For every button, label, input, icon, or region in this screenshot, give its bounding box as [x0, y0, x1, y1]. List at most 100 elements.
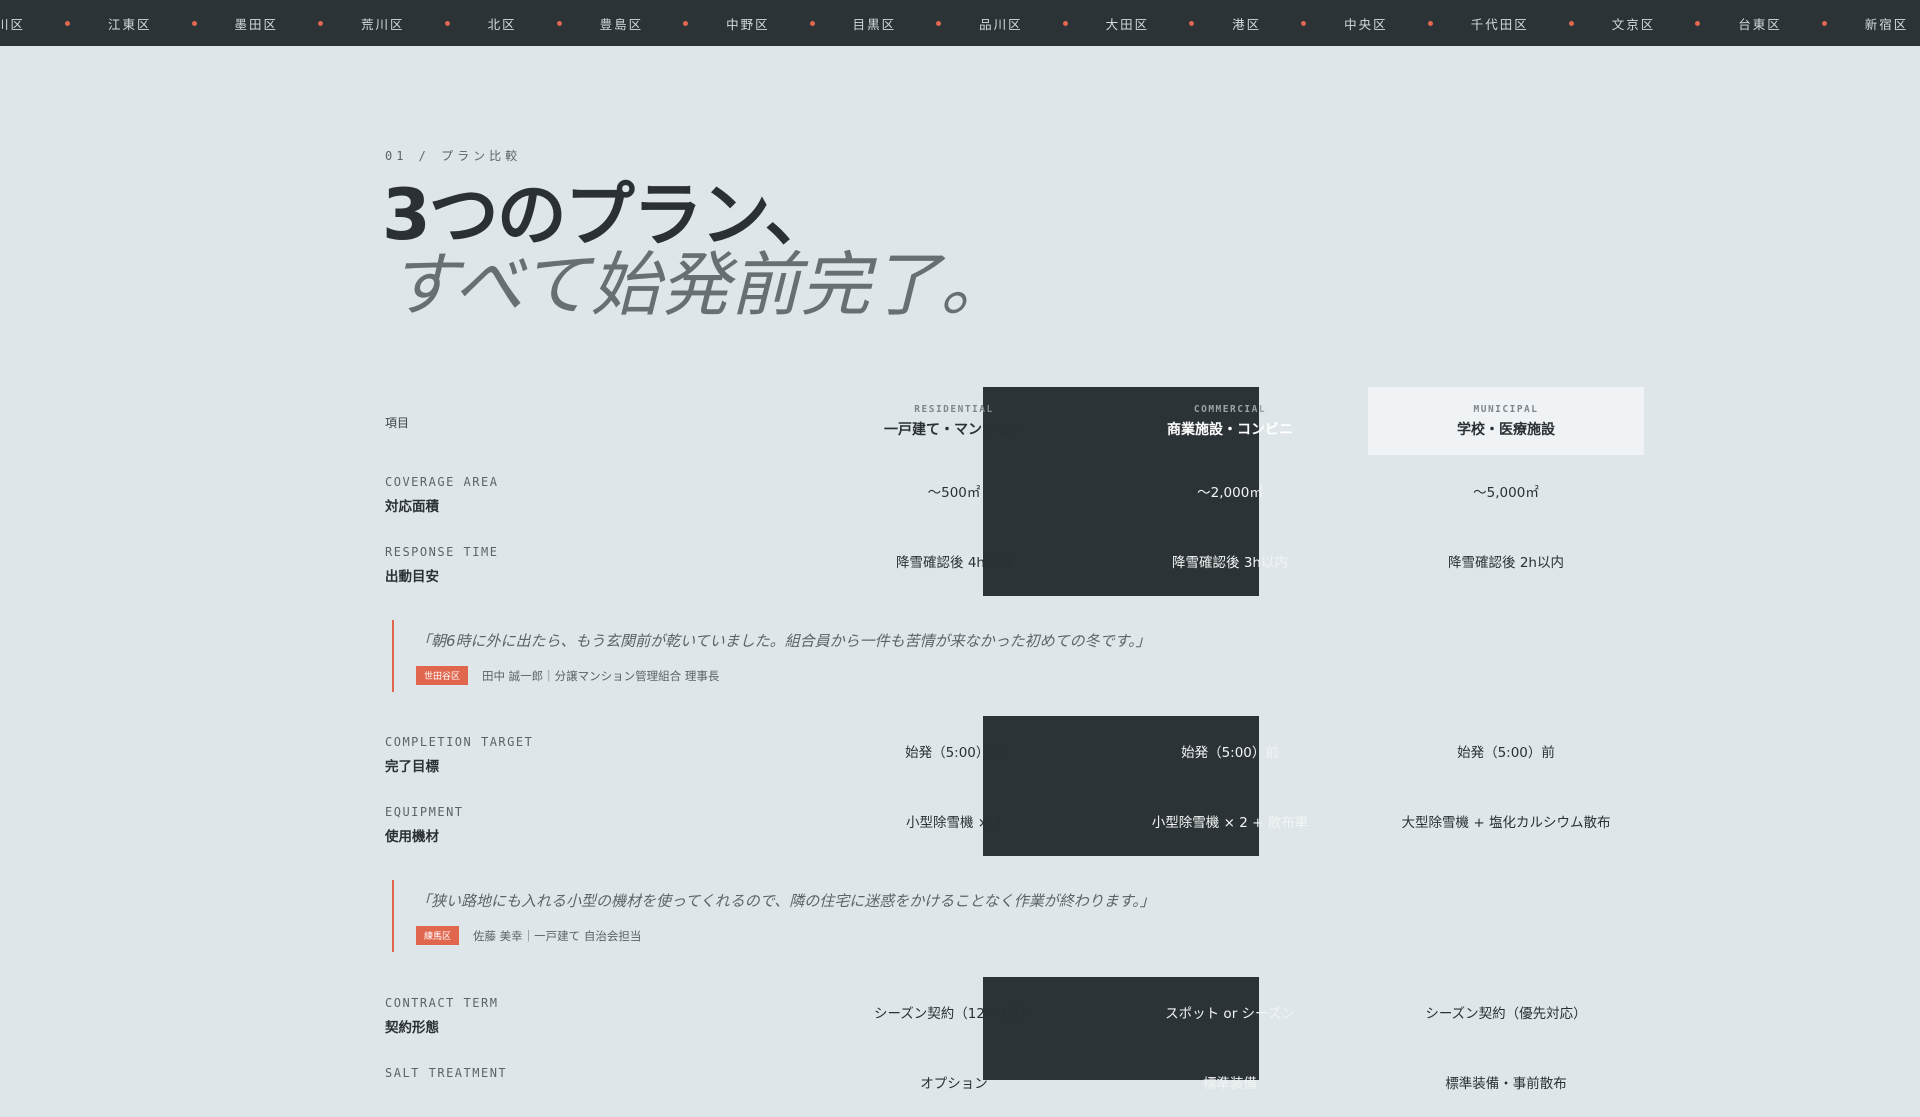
testimonial-text: 「狭い路地にも入れる小型の機材を使ってくれるので、隣の住宅に迷惑をかけることなく…: [416, 892, 1155, 910]
row-label-jp: 使用機材: [385, 829, 439, 845]
table-cell-commercial: 降雪確認後 3h以内: [1172, 555, 1288, 571]
plan-jp-label: 一戸建て・マンション: [884, 421, 1024, 438]
plan-en-label: RESIDENTIAL: [914, 403, 994, 415]
ticker-ward-item: 新宿区: [1865, 14, 1920, 33]
ticker-dot-icon: [1062, 20, 1068, 26]
ticker-ward-item: 目黒区: [853, 14, 980, 33]
table-cell-municipal: 始発（5:00）前: [1457, 745, 1555, 761]
row-label: COMPLETION TARGET 完了目標: [385, 735, 533, 775]
ticker-ward-item: 文京区: [1612, 14, 1739, 33]
ticker-ward-label: 荒川区: [361, 16, 405, 32]
row-label-en: COVERAGE AREA: [385, 475, 499, 489]
ticker-ward-label: 大田区: [1105, 16, 1150, 32]
row-label-jp: 契約形態: [385, 1020, 439, 1036]
testimonial-author: 佐藤 美幸｜一戸建て 自治会担当: [473, 928, 642, 943]
ticker-ward-label: 江東区: [108, 16, 152, 32]
ticker-ward-label: 新宿区: [1864, 16, 1909, 32]
ticker-ward-label: 墨田区: [234, 16, 279, 32]
testimonial-meta: 世田谷区 田中 誠一郎｜分譲マンション管理組合 理事長: [416, 666, 719, 685]
ticker-track: 川区 江東区 墨田区 荒川区 北区 豊島区 中野区 目黒区 品川区 大田区 港区 中央区 千代田区 文京区…: [0, 0, 1920, 46]
ticker-dot-icon: [1301, 20, 1307, 26]
ticker-ward-label: 北区: [487, 16, 517, 32]
ticker-ward-item: 江東区: [108, 14, 235, 33]
ticker-ward-item: 中野区: [726, 14, 853, 33]
ticker-dot-icon: [1427, 20, 1433, 26]
table-cell-residential: 〜500㎡: [927, 485, 981, 501]
table-cell-commercial: 始発（5:00）前: [1181, 745, 1279, 761]
ticker-dot-icon: [809, 20, 815, 26]
row-label-en: SALT TREATMENT: [385, 1066, 508, 1080]
ticker-ward-label: 豊島区: [599, 16, 644, 32]
ward-ticker: 川区 江東区 墨田区 荒川区 北区 豊島区 中野区 目黒区 品川区 大田区 港区 中央区 千代田区 文京区…: [0, 0, 1920, 46]
ticker-dot-icon: [65, 20, 71, 26]
ticker-ward-item: 港区: [1232, 14, 1344, 33]
table-row-equipment: EQUIPMENT 使用機材 小型除雪機 × 1 小型除雪機 × 2 + 散布車…: [384, 786, 1610, 856]
table-row-coverage-area: COVERAGE AREA 対応面積 〜500㎡ 〜2,000㎡ 〜5,000㎡: [384, 456, 1539, 526]
testimonial-meta: 練馬区 佐藤 美幸｜一戸建て 自治会担当: [416, 926, 641, 945]
ward-badge: 練馬区: [416, 926, 460, 945]
plan-header-municipal[interactable]: MUNICIPAL 学校・医療施設: [1368, 387, 1644, 455]
plan-header-commercial[interactable]: COMMERCIAL 商業施設・コンビニ: [1092, 387, 1368, 455]
row-label-en: EQUIPMENT: [385, 805, 464, 819]
plan-jp-label: 学校・医療施設: [1457, 421, 1555, 438]
table-cell-residential: 小型除雪機 × 1: [906, 815, 1002, 831]
ticker-ward-item: 川区: [0, 14, 108, 33]
row-label-jp: 対応面積: [385, 499, 439, 515]
plan-header-row: 項目 RESIDENTIAL 一戸建て・マンション COMMERCIAL 商業施…: [384, 387, 1644, 455]
table-cell-commercial: 小型除雪機 × 2 + 散布車: [1151, 815, 1309, 831]
table-cell-residential: 降雪確認後 4h以内: [896, 555, 1012, 571]
ticker-ward-item: 品川区: [979, 14, 1106, 33]
ticker-dot-icon: [556, 20, 562, 26]
item-column-label: 項目: [385, 416, 410, 430]
testimonial-author: 田中 誠一郎｜分譲マンション管理組合 理事長: [482, 668, 720, 683]
ticker-ward-label: 港区: [1232, 16, 1262, 32]
row-label: EQUIPMENT 使用機材: [385, 805, 464, 845]
plan-header-residential[interactable]: RESIDENTIAL 一戸建て・マンション: [816, 387, 1092, 455]
row-label: SALT TREATMENT: [385, 1066, 507, 1086]
ticker-dot-icon: [683, 20, 689, 26]
ticker-ward-item: 豊島区: [600, 14, 727, 33]
ticker-ward-label: 川区: [0, 16, 26, 32]
ticker-dot-icon: [1568, 20, 1574, 26]
plan-jp-label: 商業施設・コンビニ: [1167, 421, 1293, 438]
ticker-dot-icon: [936, 20, 942, 26]
row-label: RESPONSE TIME 出動目安: [385, 545, 498, 585]
table-row-response-time: RESPONSE TIME 出動目安 降雪確認後 4h以内 降雪確認後 3h以内…: [384, 526, 1564, 596]
ticker-dot-icon: [191, 20, 197, 26]
row-label: COVERAGE AREA 対応面積: [385, 475, 498, 515]
table-cell-commercial: 標準装備: [1203, 1076, 1257, 1092]
table-cell-commercial: 〜2,000㎡: [1197, 485, 1263, 501]
section-eyebrow: 01 / プラン比較: [385, 149, 522, 163]
row-label-en: CONTRACT TERM: [385, 996, 499, 1010]
table-cell-municipal: 大型除雪機 + 塩化カルシウム散布: [1401, 815, 1611, 831]
table-row-completion-target: COMPLETION TARGET 完了目標 始発（5:00）前 始発（5:00…: [384, 716, 1555, 786]
testimonial-text: 「朝6時に外に出たら、もう玄関前が乾いていました。組合員から一件も苦情が来なかっ…: [416, 632, 1151, 650]
ticker-dot-icon: [1189, 20, 1195, 26]
table-cell-residential: 始発（5:00）前: [905, 745, 1003, 761]
ticker-ward-label: 千代田区: [1470, 16, 1529, 32]
ticker-dot-icon: [444, 20, 450, 26]
testimonial-quote: 「狭い路地にも入れる小型の機材を使ってくれるので、隣の住宅に迷惑をかけることなく…: [392, 880, 1494, 952]
ticker-ward-item: 千代田区: [1471, 14, 1612, 33]
row-label-jp: 出動目安: [385, 569, 439, 585]
table-cell-municipal: シーズン契約（優先対応）: [1425, 1006, 1587, 1022]
table-row-contract-term: CONTRACT TERM 契約形態 シーズン契約（12〜3月） スポット or…: [384, 977, 1587, 1047]
ticker-ward-label: 品川区: [979, 16, 1023, 32]
row-label: CONTRACT TERM 契約形態: [385, 996, 498, 1036]
ticker-ward-item: 中央区: [1344, 14, 1471, 33]
table-row-salt-treatment: SALT TREATMENT オプション 標準装備 標準装備・事前散布: [384, 1047, 1567, 1117]
table-cell-municipal: 標準装備・事前散布: [1445, 1076, 1567, 1092]
ticker-ward-item: 荒川区: [361, 14, 488, 33]
ticker-ward-item: 台東区: [1738, 14, 1865, 33]
plan-en-label: COMMERCIAL: [1193, 403, 1267, 415]
table-cell-residential: シーズン契約（12〜3月）: [873, 1006, 1035, 1022]
plan-en-label: MUNICIPAL: [1473, 403, 1539, 415]
ticker-ward-item: 墨田区: [235, 14, 362, 33]
ticker-dot-icon: [1821, 20, 1827, 26]
table-cell-commercial: スポット or シーズン: [1165, 1006, 1295, 1022]
ticker-ward-label: 中野区: [726, 16, 770, 32]
ward-badge: 世田谷区: [416, 666, 469, 685]
ticker-dot-icon: [318, 20, 324, 26]
page-title-line2: すべて始発前完了。: [388, 244, 1011, 326]
table-cell-residential: オプション: [920, 1076, 988, 1092]
